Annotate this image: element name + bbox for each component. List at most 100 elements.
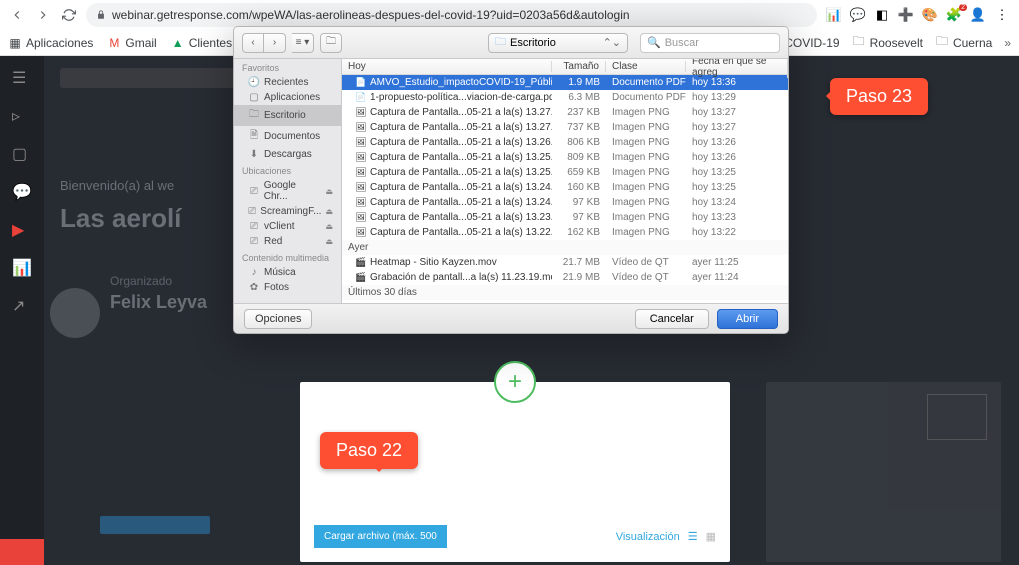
callout-step-23: Paso 23 <box>830 78 928 115</box>
file-name: Captura de Pantalla...05-21 a la(s) 13.2… <box>370 152 552 163</box>
sidebar-share-icon[interactable]: ↗ <box>12 296 32 316</box>
sidebar-youtube-icon[interactable]: ▶ <box>12 220 32 240</box>
right-panel <box>766 382 1001 562</box>
eject-icon[interactable]: ⏏ <box>325 187 333 196</box>
sidebar-item[interactable]: ⎚ScreamingF...⏏ <box>234 204 341 219</box>
sidebar-item[interactable]: 🗀Escritorio <box>234 105 341 126</box>
location-select[interactable]: 🗀 Escritorio ⌃⌄ <box>488 33 628 53</box>
sidebar-item[interactable]: 🗎Documentos <box>234 126 341 147</box>
search-icon: 🔍 <box>647 36 661 49</box>
cuerna-folder[interactable]: 🗀Cuerna <box>935 36 992 50</box>
file-size: 21.7 MB <box>552 257 606 268</box>
bg-blue-button[interactable] <box>100 516 210 534</box>
visualize-label: Visualización <box>616 531 680 543</box>
ext-icon-3[interactable]: ◧ <box>873 6 891 24</box>
file-kind: Documento PDF <box>606 77 686 88</box>
avatar-icon[interactable]: 👤 <box>969 6 987 24</box>
file-date: ayer 11:24 <box>686 272 788 283</box>
ext-icon-1[interactable]: 📊 <box>825 6 843 24</box>
file-date: ayer 11:25 <box>686 257 788 268</box>
sidebar-item[interactable]: ⬇Descargas <box>234 147 341 162</box>
file-date: hoy 13:26 <box>686 152 788 163</box>
file-date: hoy 13:22 <box>686 227 788 238</box>
open-button[interactable]: Abrir <box>717 309 778 329</box>
nav-back-button[interactable]: ‹ <box>242 33 264 53</box>
forward-button[interactable] <box>34 6 52 24</box>
media-section: Contenido multimedia <box>234 249 341 265</box>
roosevelt-folder[interactable]: 🗀Roosevelt <box>852 36 923 50</box>
overflow-icon[interactable]: » <box>1004 36 1011 50</box>
sidebar-menu-icon[interactable]: ☰ <box>12 68 32 88</box>
file-row[interactable]: 📄AMVO_Estudio_impactoCOVID-19_Pública-1.… <box>342 75 788 90</box>
sidebar-item[interactable]: 🕘Recientes <box>234 75 341 90</box>
file-name: Captura de Pantalla...05-21 a la(s) 13.2… <box>370 137 552 148</box>
search-input[interactable]: 🔍 Buscar <box>640 33 780 53</box>
file-kind: Imagen PNG <box>606 122 686 133</box>
options-button[interactable]: Opciones <box>244 309 312 329</box>
group-button[interactable]: 🗀 <box>320 33 342 53</box>
file-row[interactable]: 🖼Captura de Pantalla...05-21 a la(s) 13.… <box>342 135 788 150</box>
file-row[interactable]: 🖼Captura de Pantalla...05-21 a la(s) 13.… <box>342 225 788 240</box>
avatar <box>50 288 100 338</box>
sidebar-item[interactable]: ⎚Google Chr...⏏ <box>234 178 341 204</box>
ext-icon-2[interactable]: 💬 <box>849 6 867 24</box>
sidebar-item-icon: ⎚ <box>248 206 256 217</box>
file-row[interactable]: 🎬Heatmap - Sitio Kayzen.mov21.7 MBVídeo … <box>342 255 788 270</box>
sidebar-item[interactable]: ✿Fotos <box>234 280 341 295</box>
gmail-bookmark[interactable]: MGmail <box>107 36 156 50</box>
grid-view-icon[interactable]: ▦ <box>706 530 716 543</box>
nav-fwd-button[interactable]: › <box>264 33 286 53</box>
eject-icon[interactable]: ⏏ <box>325 222 333 231</box>
list-view-icon[interactable]: ☰ <box>688 530 698 543</box>
locations-section: Ubicaciones <box>234 162 341 178</box>
file-row[interactable]: 🖼Captura de Pantalla...05-21 a la(s) 13.… <box>342 120 788 135</box>
col-date[interactable]: Fecha en que se agreg <box>686 59 788 78</box>
add-icon[interactable]: + <box>494 361 536 403</box>
menu-icon[interactable]: ⋮ <box>993 6 1011 24</box>
file-row[interactable]: 🖼Captura de Pantalla...05-21 a la(s) 13.… <box>342 195 788 210</box>
sidebar-item[interactable]: ♪Música <box>234 265 341 280</box>
welcome-text: Bienvenido(a) al we <box>60 178 240 193</box>
lock-icon <box>96 10 106 20</box>
view-list-button[interactable]: ≡ ▾ <box>292 33 314 53</box>
col-name[interactable]: Hoy <box>342 61 552 72</box>
eject-icon[interactable]: ⏏ <box>325 237 333 246</box>
sidebar-item[interactable]: ⎚Red⏏ <box>234 234 341 249</box>
eject-icon[interactable]: ⏏ <box>325 207 333 216</box>
cancel-button[interactable]: Cancelar <box>635 309 709 329</box>
file-row[interactable]: 🖼Captura de Pantalla...05-21 a la(s) 13.… <box>342 105 788 120</box>
ext-icon-4[interactable]: ➕ <box>897 6 915 24</box>
reload-button[interactable] <box>60 6 78 24</box>
col-size[interactable]: Tamaño <box>552 61 606 72</box>
file-row[interactable]: 🖼Captura de Pantalla...05-21 a la(s) 13.… <box>342 165 788 180</box>
url-bar[interactable]: webinar.getresponse.com/wpeWA/las-aeroli… <box>86 3 817 27</box>
file-kind: Imagen PNG <box>606 152 686 163</box>
file-icon: 🖼 <box>356 198 366 208</box>
file-row[interactable]: 📄1-propuesto-política...viacion-de-carga… <box>342 90 788 105</box>
sidebar-poll-icon[interactable]: 📊 <box>12 258 32 278</box>
file-kind: Imagen PNG <box>606 227 686 238</box>
sidebar-item[interactable]: ▢Aplicaciones <box>234 90 341 105</box>
ext-icon-5[interactable]: 🎨 <box>921 6 939 24</box>
drive-icon: ▲ <box>171 36 185 50</box>
sidebar-video-icon[interactable]: ▹ <box>12 106 32 126</box>
file-group-header: Últimos 30 días <box>342 285 788 300</box>
col-kind[interactable]: Clase <box>606 61 686 72</box>
file-row[interactable]: 🖼Captura de Pantalla...05-21 a la(s) 13.… <box>342 150 788 165</box>
file-row[interactable]: 🖼Captura de Pantalla...05-21 a la(s) 13.… <box>342 210 788 225</box>
sidebar-chat-icon[interactable]: 💬 <box>12 182 32 202</box>
sidebar-item-icon: ⎚ <box>248 221 260 232</box>
file-row[interactable]: 🖼Captura de Pantalla...05-21 a la(s) 13.… <box>342 180 788 195</box>
back-button[interactable] <box>8 6 26 24</box>
folder-icon: 🗀 <box>495 33 506 52</box>
file-list-header[interactable]: Hoy Tamaño Clase Fecha en que se agreg <box>342 59 788 75</box>
apps-bookmark[interactable]: ▦Aplicaciones <box>8 36 93 50</box>
sidebar-whiteboard-icon[interactable]: ▢ <box>12 144 32 164</box>
ext-icon-6[interactable]: 🧩2 <box>945 6 963 24</box>
upload-file-button[interactable]: Cargar archivo (máx. 500 <box>314 525 447 548</box>
sidebar-item[interactable]: ⎚vClient⏏ <box>234 219 341 234</box>
file-row[interactable]: 📄1192103042.PDF12 KBDocumento PDF12 may … <box>342 300 788 301</box>
file-name: Captura de Pantalla...05-21 a la(s) 13.2… <box>370 182 552 193</box>
file-name: Grabación de pantall...a la(s) 11.23.19.… <box>370 272 552 283</box>
file-row[interactable]: 🎬Grabación de pantall...a la(s) 11.23.19… <box>342 270 788 285</box>
